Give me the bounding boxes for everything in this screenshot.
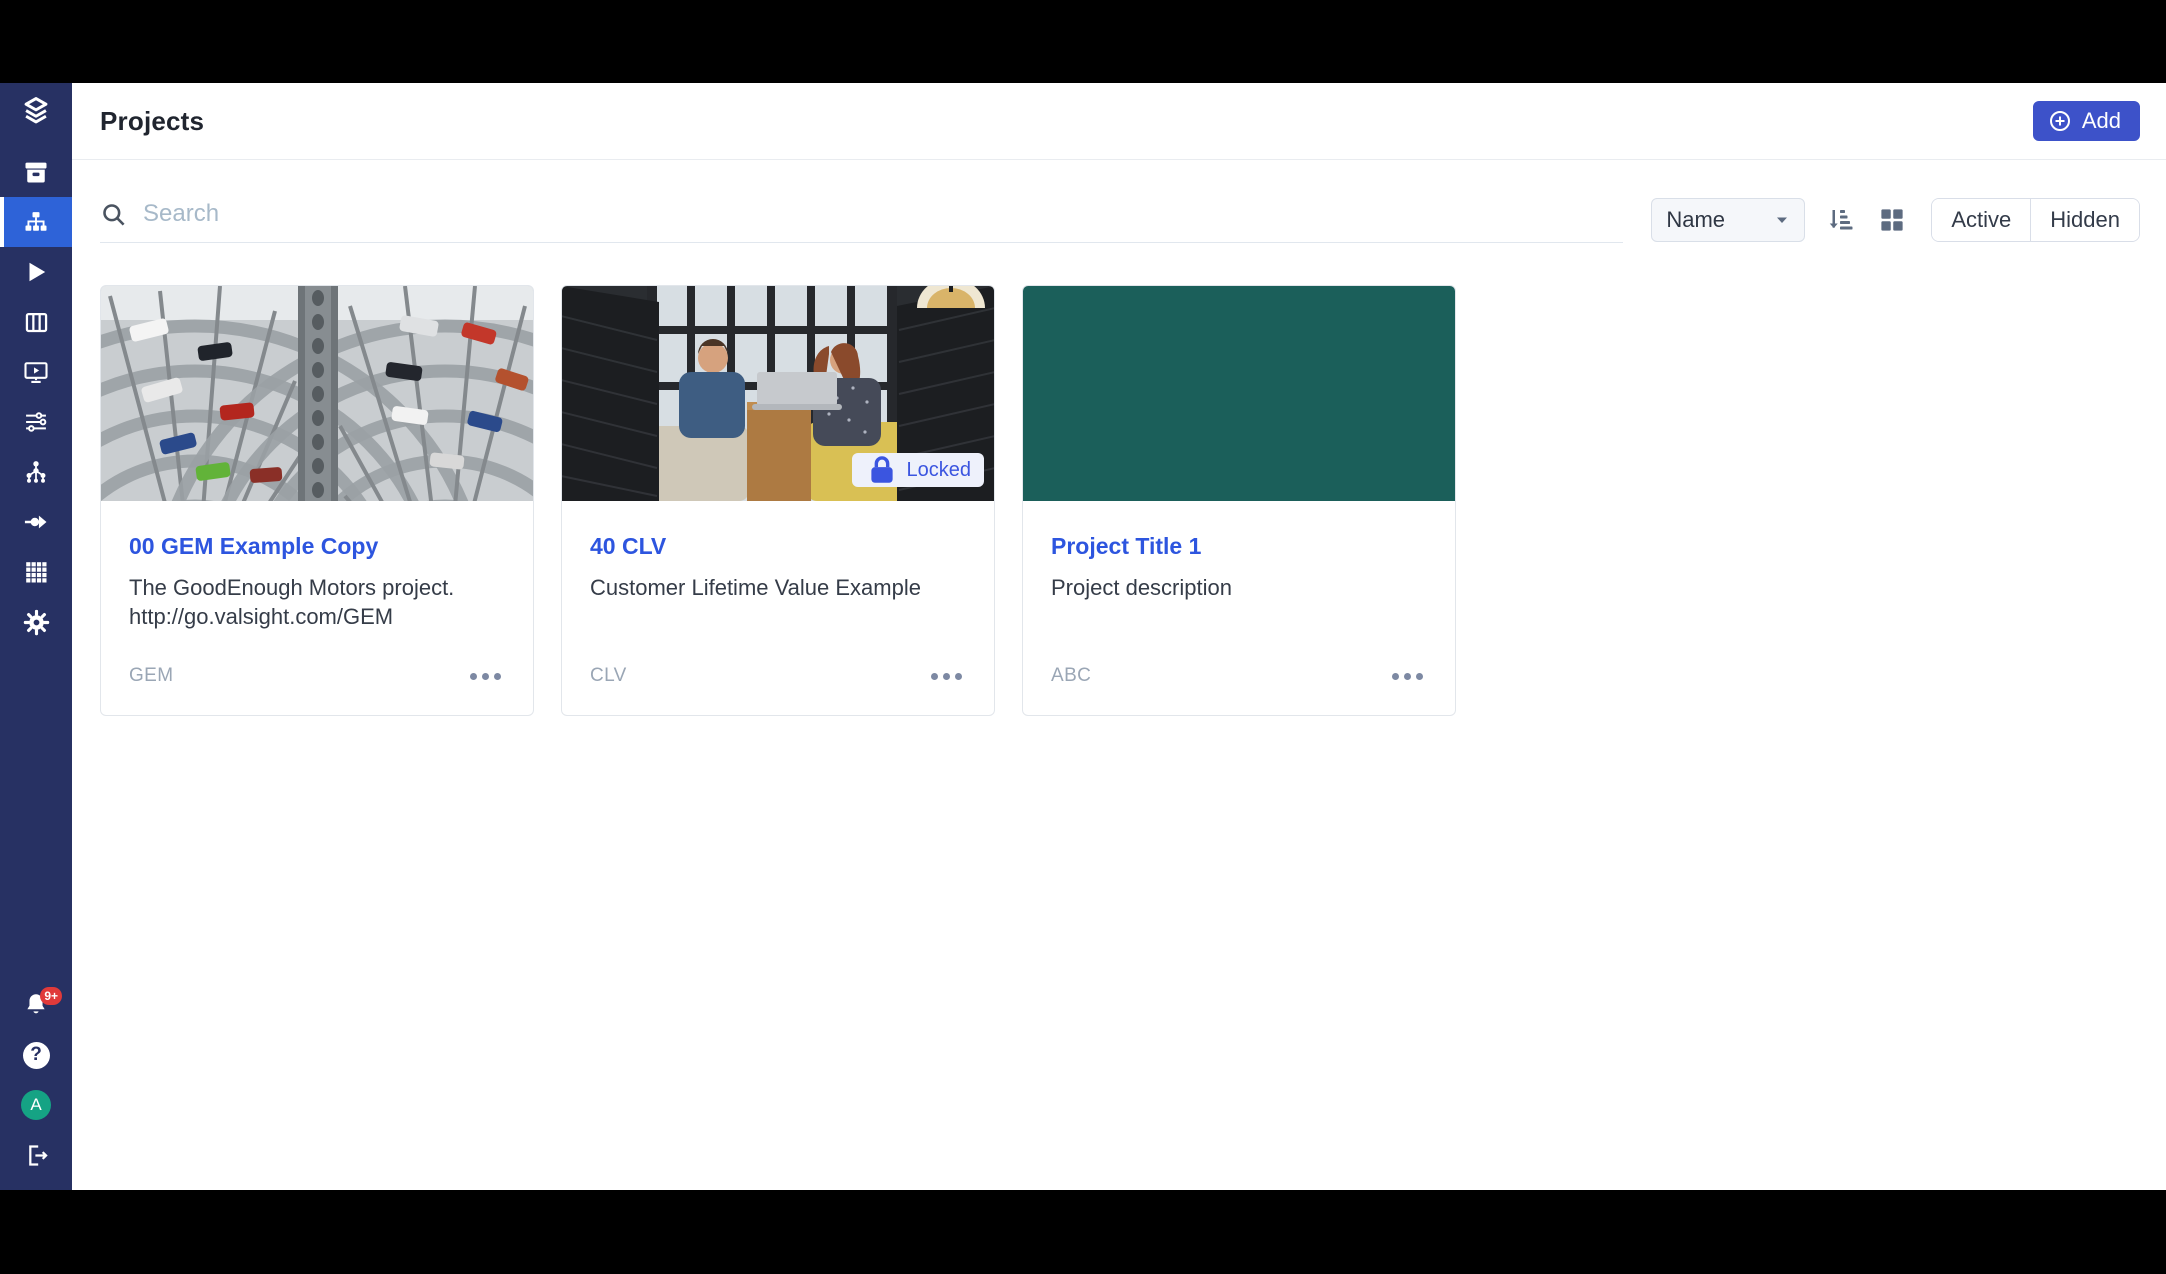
dot bbox=[1392, 673, 1399, 680]
flow-arrow-icon bbox=[22, 508, 50, 536]
filter-hidden-button[interactable]: Hidden bbox=[2030, 199, 2139, 241]
avatar: A bbox=[21, 1090, 51, 1120]
page-header: Projects Add bbox=[72, 83, 2166, 160]
project-card-grid: 00 GEM Example Copy The GoodEnough Motor… bbox=[72, 243, 2166, 716]
sidebar-item-assumptions[interactable] bbox=[0, 397, 72, 447]
dot bbox=[955, 673, 962, 680]
card-menu-button[interactable] bbox=[927, 669, 966, 684]
project-card-abc: Project Title 1 Project description ABC bbox=[1022, 285, 1456, 716]
sidebar: 9+ ? A bbox=[0, 83, 72, 1190]
card-menu-button[interactable] bbox=[466, 669, 505, 684]
project-image-abc bbox=[1023, 286, 1455, 501]
dot bbox=[494, 673, 501, 680]
presentation-screen-icon bbox=[22, 358, 50, 386]
sidebar-item-simulation[interactable] bbox=[0, 247, 72, 297]
bell-icon: 9+ bbox=[22, 991, 50, 1019]
plus-circle-icon bbox=[2048, 109, 2072, 133]
sidebar-bottom-pad bbox=[0, 1180, 72, 1190]
letterbox-top bbox=[0, 0, 2166, 83]
lock-icon bbox=[865, 453, 899, 487]
hierarchy-icon bbox=[22, 208, 50, 236]
visibility-filter: Active Hidden bbox=[1931, 198, 2140, 242]
project-card-gem: 00 GEM Example Copy The GoodEnough Motor… bbox=[100, 285, 534, 716]
sidebar-item-dataflow[interactable] bbox=[0, 497, 72, 547]
card-footer: ABC bbox=[1051, 665, 1427, 687]
sort-by-select[interactable]: Name bbox=[1651, 198, 1805, 242]
sliders-icon bbox=[22, 408, 50, 436]
locked-badge-label: Locked bbox=[907, 459, 972, 482]
locked-badge: Locked bbox=[852, 453, 985, 487]
layers-logo-icon bbox=[19, 95, 53, 129]
sidebar-item-notifications[interactable]: 9+ bbox=[0, 980, 72, 1030]
sidebar-item-archive[interactable] bbox=[0, 147, 72, 197]
project-description: Project description bbox=[1051, 573, 1427, 602]
project-image-gem bbox=[101, 286, 533, 501]
dot bbox=[470, 673, 477, 680]
search-icon bbox=[100, 201, 127, 228]
sort-by-value: Name bbox=[1666, 207, 1725, 233]
project-title-link[interactable]: 40 CLV bbox=[590, 533, 966, 560]
project-image-clv: Locked bbox=[562, 286, 994, 501]
project-title-link[interactable]: 00 GEM Example Copy bbox=[129, 533, 505, 560]
main-content: Projects Add Name bbox=[72, 83, 2166, 1190]
sidebar-item-help[interactable]: ? bbox=[0, 1030, 72, 1080]
settings-gear-icon bbox=[22, 608, 51, 637]
notifications-badge: 9+ bbox=[40, 987, 62, 1005]
project-description: Customer Lifetime Value Example bbox=[590, 573, 966, 602]
sort-amount-icon bbox=[1825, 205, 1855, 235]
play-icon bbox=[23, 259, 49, 285]
card-body: Project Title 1 Project description ABC bbox=[1023, 501, 1455, 715]
sidebar-item-projects-hierarchy[interactable] bbox=[0, 197, 72, 247]
project-card-clv: Locked 40 CLV Customer Lifetime Value Ex… bbox=[561, 285, 995, 716]
sort-direction-button[interactable] bbox=[1823, 203, 1857, 237]
node-graph-icon bbox=[22, 458, 50, 486]
sidebar-item-presentation[interactable] bbox=[0, 347, 72, 397]
archive-icon bbox=[22, 158, 50, 186]
dot bbox=[1404, 673, 1411, 680]
sidebar-item-model[interactable] bbox=[0, 447, 72, 497]
project-tag: ABC bbox=[1051, 665, 1091, 687]
project-tag: CLV bbox=[590, 665, 627, 687]
sidebar-item-data-tables[interactable] bbox=[0, 547, 72, 597]
sidebar-item-logout[interactable] bbox=[0, 1130, 72, 1180]
card-body: 40 CLV Customer Lifetime Value Example C… bbox=[562, 501, 994, 715]
toolbar-controls: Name bbox=[1651, 198, 2140, 242]
page-title: Projects bbox=[100, 106, 204, 137]
sidebar-spacer bbox=[0, 647, 72, 980]
sidebar-item-board[interactable] bbox=[0, 297, 72, 347]
dot bbox=[1416, 673, 1423, 680]
card-menu-button[interactable] bbox=[1388, 669, 1427, 684]
sidebar-item-account[interactable]: A bbox=[0, 1080, 72, 1130]
toolbar: Name bbox=[72, 160, 2166, 243]
project-description: The GoodEnough Motors project. http://go… bbox=[129, 573, 505, 632]
search-box bbox=[100, 196, 1623, 243]
grid-view-icon bbox=[1877, 205, 1907, 235]
app-window: 9+ ? A Projects Add bbox=[0, 83, 2166, 1190]
project-title-link[interactable]: Project Title 1 bbox=[1051, 533, 1427, 560]
card-body: 00 GEM Example Copy The GoodEnough Motor… bbox=[101, 501, 533, 715]
logout-icon bbox=[23, 1142, 50, 1169]
add-button-label: Add bbox=[2082, 108, 2121, 134]
data-grid-icon bbox=[22, 558, 50, 586]
car-tower-illustration bbox=[101, 286, 533, 501]
card-footer: GEM bbox=[129, 665, 505, 687]
chevron-down-icon bbox=[1774, 212, 1790, 228]
dot bbox=[482, 673, 489, 680]
search-input[interactable] bbox=[143, 200, 1621, 228]
grid-view-button[interactable] bbox=[1875, 203, 1909, 237]
filter-active-button[interactable]: Active bbox=[1932, 199, 2030, 241]
help-icon: ? bbox=[23, 1042, 50, 1069]
letterbox-bottom bbox=[0, 1190, 2166, 1274]
dot bbox=[943, 673, 950, 680]
sidebar-item-settings[interactable] bbox=[0, 597, 72, 647]
sidebar-item-logo[interactable] bbox=[0, 87, 72, 137]
columns-icon bbox=[23, 309, 50, 336]
project-tag: GEM bbox=[129, 665, 173, 687]
card-footer: CLV bbox=[590, 665, 966, 687]
add-button[interactable]: Add bbox=[2033, 101, 2140, 141]
dot bbox=[931, 673, 938, 680]
